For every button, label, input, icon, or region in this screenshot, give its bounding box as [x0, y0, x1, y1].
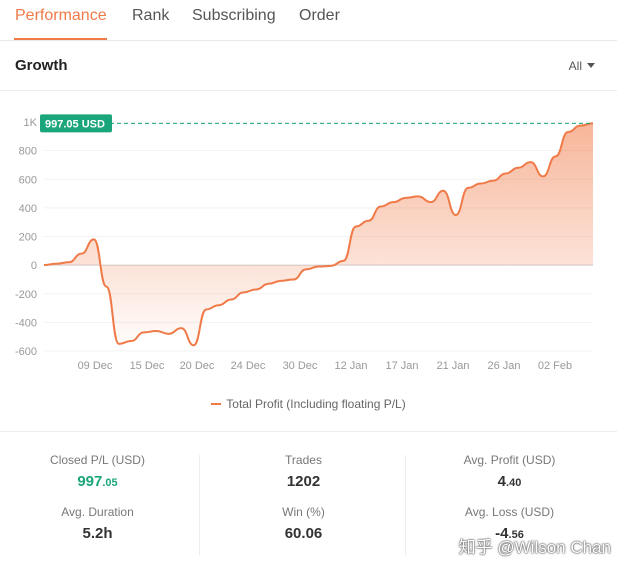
stats-divider: [199, 455, 200, 555]
range-filter-label: All: [568, 59, 582, 73]
stats-column-3: Avg. Profit (USD) 4.40 Avg. Loss (USD) -…: [412, 453, 607, 545]
tab-subscribing[interactable]: Subscribing: [192, 7, 276, 25]
closed-pl-label: Closed P/L (USD): [50, 453, 145, 467]
growth-header: Growth All: [0, 41, 617, 91]
tab-bar: Performance Rank Subscribing Order: [0, 0, 617, 41]
chart-legend[interactable]: Total Profit (Including floating P/L): [0, 397, 617, 411]
x-tick-label: 24 Dec: [231, 360, 266, 372]
x-tick-label: 20 Dec: [180, 360, 215, 372]
growth-chart: 1K 800 600 400 200 0 -200 -400 -600 09 Dec 15 Dec…: [0, 92, 617, 432]
growth-title: Growth: [15, 57, 68, 74]
tab-order[interactable]: Order: [299, 7, 340, 25]
win-rate-value: 60.06: [284, 525, 323, 542]
max-value-badge: 997.05 USD: [40, 114, 112, 133]
stats-column-2: Trades 1202 Win (%) 60.06: [206, 453, 401, 545]
stats-divider: [405, 455, 406, 555]
x-tick-label: 30 Dec: [283, 360, 318, 372]
growth-chart-svg: 1K 800 600 400 200 0 -200 -400 -600 09 Dec 15 Dec…: [15, 114, 594, 372]
x-tick-label: 15 Dec: [130, 360, 165, 372]
x-tick-label: 02 Feb: [538, 360, 572, 372]
x-tick-label: 26 Jan: [487, 360, 520, 372]
avg-profit-label: Avg. Profit (USD): [463, 453, 556, 467]
avg-loss-label: Avg. Loss (USD): [464, 505, 555, 519]
range-filter-dropdown[interactable]: All: [569, 59, 595, 73]
trades-value: 1202: [286, 473, 321, 490]
x-tick-label: 21 Jan: [436, 360, 469, 372]
y-tick-label: 800: [19, 146, 37, 158]
x-tick-label: 12 Jan: [334, 360, 367, 372]
y-tick-label: 400: [19, 203, 37, 215]
watermark: 知乎 @Wilson Chan: [458, 538, 611, 557]
caret-down-icon: [587, 63, 595, 68]
legend-line-icon: [211, 403, 222, 405]
x-tick-label: 09 Dec: [78, 360, 113, 372]
avg-profit-value: 4.40: [497, 473, 522, 490]
profit-area: [44, 123, 593, 346]
tab-performance[interactable]: Performance: [15, 7, 107, 25]
trades-label: Trades: [285, 453, 322, 467]
y-tick-label: -400: [15, 317, 37, 329]
y-tick-label: 600: [19, 174, 37, 186]
y-tick-label: -200: [15, 289, 37, 301]
x-tick-label: 17 Jan: [385, 360, 418, 372]
y-tick-label: 1K: [24, 117, 38, 129]
avg-duration-label: Avg. Duration: [61, 505, 134, 519]
active-tab-indicator: [14, 38, 107, 40]
tab-rank[interactable]: Rank: [132, 7, 169, 25]
avg-duration-value: 5.2h: [82, 525, 113, 542]
legend-label: Total Profit (Including floating P/L): [226, 397, 406, 411]
stats-column-1: Closed P/L (USD) 997.05 Avg. Duration 5.…: [0, 453, 195, 545]
y-tick-label: 200: [19, 232, 37, 244]
closed-pl-value: 997.05: [77, 473, 118, 490]
y-tick-label: -600: [15, 346, 37, 358]
max-value-label: 997.05 USD: [45, 118, 105, 130]
win-rate-label: Win (%): [282, 505, 325, 519]
y-tick-label: 0: [31, 260, 37, 272]
